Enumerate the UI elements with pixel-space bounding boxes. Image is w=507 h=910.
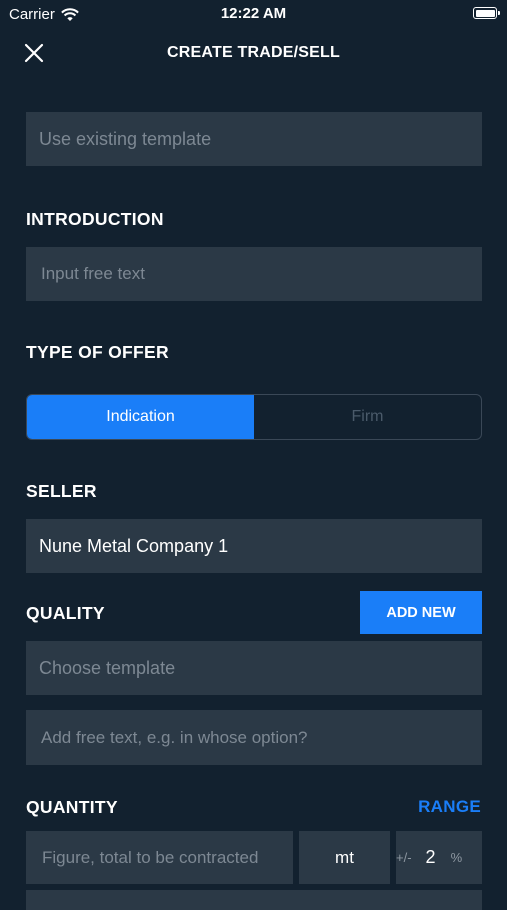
- seller-field[interactable]: Nune Metal Company 1: [26, 519, 482, 573]
- battery-icon: [473, 7, 500, 19]
- quantity-unit-selector[interactable]: mt: [299, 831, 390, 884]
- next-field-partial[interactable]: [26, 890, 482, 910]
- seller-label: SELLER: [26, 481, 97, 501]
- add-new-button[interactable]: ADD NEW: [360, 591, 482, 634]
- existing-template-placeholder: Use existing template: [39, 128, 212, 149]
- offer-type-indication[interactable]: Indication: [27, 395, 254, 439]
- quality-free-text-placeholder: Add free text, e.g. in whose option?: [41, 727, 308, 747]
- type-of-offer-label: TYPE OF OFFER: [26, 342, 169, 362]
- quantity-tolerance-input[interactable]: +/- 2 %: [396, 831, 482, 884]
- clock: 12:22 AM: [220, 5, 287, 22]
- quantity-figure-input[interactable]: Figure, total to be contracted: [26, 831, 293, 884]
- introduction-label: INTRODUCTION: [26, 209, 164, 229]
- introduction-input[interactable]: Input free text: [26, 247, 482, 301]
- quality-label: QUALITY: [26, 603, 105, 623]
- quantity-figure-placeholder: Figure, total to be contracted: [42, 847, 259, 867]
- quality-template-placeholder: Choose template: [39, 657, 176, 678]
- page-title: CREATE TRADE/SELL: [167, 44, 340, 61]
- offer-type-segmented-control: Indication Firm: [26, 394, 482, 440]
- quantity-label: QUANTITY: [26, 797, 118, 817]
- nav-bar: CREATE TRADE/SELL: [0, 30, 507, 76]
- quantity-unit-value: mt: [335, 847, 354, 867]
- introduction-placeholder: Input free text: [41, 264, 145, 283]
- offer-type-firm[interactable]: Firm: [254, 395, 481, 439]
- existing-template-field[interactable]: Use existing template: [26, 112, 482, 166]
- tolerance-value: 2: [425, 847, 436, 867]
- tolerance-prefix: +/-: [396, 850, 412, 865]
- tolerance-suffix: %: [450, 850, 463, 865]
- seller-value: Nune Metal Company 1: [39, 535, 229, 556]
- range-button[interactable]: RANGE: [418, 797, 481, 817]
- quality-free-text-input[interactable]: Add free text, e.g. in whose option?: [26, 710, 482, 765]
- status-bar: Carrier 12:22 AM: [0, 0, 507, 28]
- quality-template-field[interactable]: Choose template: [26, 641, 482, 695]
